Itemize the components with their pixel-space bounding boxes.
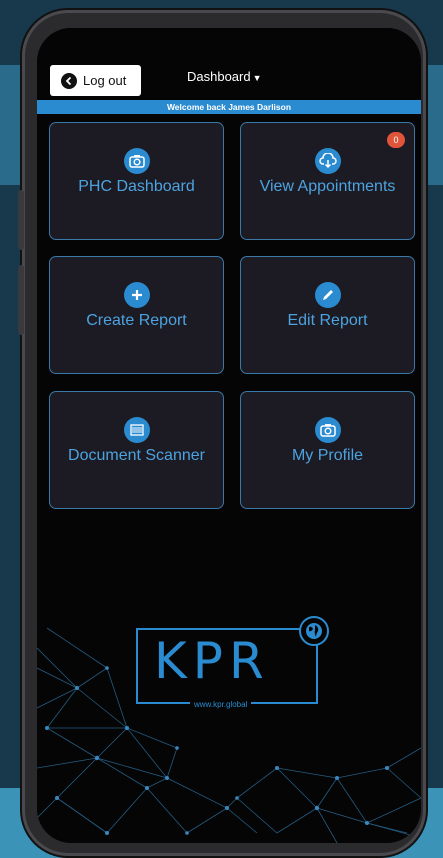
camera-icon [314, 417, 341, 443]
tile-label: View Appointments [259, 178, 396, 195]
camera-icon [123, 148, 150, 174]
tile-label: Document Scanner [68, 447, 205, 464]
caret-down-icon: ▼ [252, 73, 262, 83]
phone-screen: Log out Dashboard ▼ Welcome back James Da… [37, 28, 421, 843]
tile-edit-report[interactable]: Edit Report [240, 256, 415, 374]
tile-view-appointments[interactable]: 0 View Appointments [240, 122, 415, 240]
back-arrow-icon [61, 72, 77, 89]
tile-phc-dashboard[interactable]: PHC Dashboard [49, 122, 224, 240]
tile-label: PHC Dashboard [78, 178, 195, 195]
phone-volume-button [18, 265, 24, 335]
tile-create-report[interactable]: Create Report [49, 256, 224, 374]
page-title: Dashboard [187, 69, 251, 84]
dashboard-dropdown[interactable]: Dashboard ▼ [187, 69, 262, 84]
kpr-logo: KPR www.kpr.global [136, 628, 318, 709]
phone-volume-button [18, 190, 24, 250]
tile-label: Create Report [86, 312, 187, 329]
tile-my-profile[interactable]: My Profile [240, 391, 415, 509]
logout-label: Log out [83, 73, 127, 88]
pencil-icon [314, 282, 341, 308]
tile-document-scanner[interactable]: Document Scanner [49, 391, 224, 509]
scanner-icon [123, 417, 150, 443]
globe-icon [299, 616, 329, 646]
tile-label: My Profile [291, 447, 364, 464]
plus-icon [123, 282, 150, 308]
welcome-banner: Welcome back James Darlison [37, 100, 421, 114]
cloud-download-icon [314, 148, 341, 174]
logo-text: KPR [154, 632, 270, 690]
tile-label: Edit Report [287, 312, 368, 329]
logo-url: www.kpr.global [190, 700, 252, 709]
logout-button[interactable]: Log out [50, 65, 141, 96]
notification-badge: 0 [387, 132, 405, 148]
background-band-right [423, 65, 443, 185]
